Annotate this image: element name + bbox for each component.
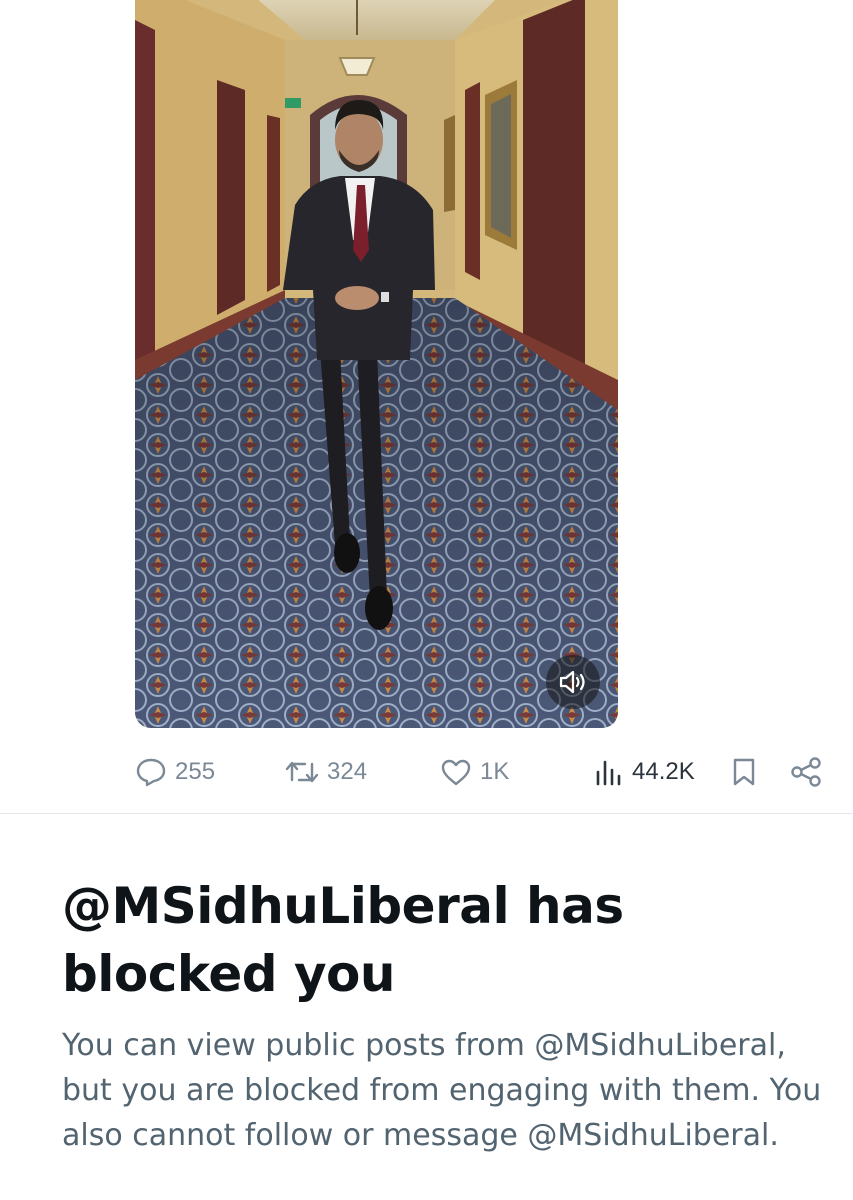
repost-count: 324	[327, 758, 368, 785]
repost-icon	[285, 761, 319, 783]
view-count: 44.2K	[632, 758, 695, 785]
reply-button[interactable]: 255	[135, 748, 215, 796]
volume-button[interactable]	[546, 655, 600, 709]
bookmark-icon	[733, 758, 755, 786]
reply-count: 255	[175, 758, 216, 785]
like-count: 1K	[480, 758, 510, 785]
reply-icon	[136, 758, 166, 787]
share-icon	[791, 757, 821, 787]
repost-button[interactable]: 324	[285, 748, 367, 796]
share-button[interactable]	[790, 748, 822, 796]
section-divider	[0, 813, 853, 814]
bookmark-button[interactable]	[730, 748, 758, 796]
blocked-notice-title: @MSidhuLiberal has blocked you	[62, 877, 624, 1003]
speaker-icon	[559, 670, 585, 694]
views-icon	[596, 760, 621, 786]
like-button[interactable]: 1K	[440, 748, 509, 796]
post-action-bar: 255 324 1K 44.2K	[0, 748, 853, 796]
video-frame	[135, 0, 618, 728]
post-video[interactable]	[135, 0, 618, 728]
views-button[interactable]: 44.2K	[594, 748, 695, 796]
blocked-notice-body: You can view public posts from @MSidhuLi…	[62, 1028, 822, 1153]
heart-icon	[441, 759, 471, 786]
